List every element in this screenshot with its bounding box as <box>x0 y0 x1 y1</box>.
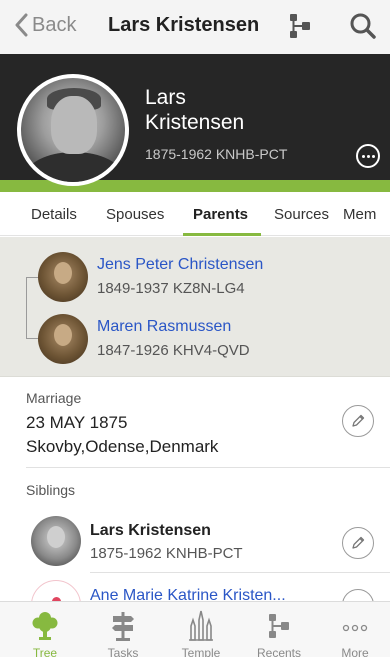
person-portrait[interactable] <box>17 74 129 186</box>
parent-name-mother[interactable]: Maren Rasmussen <box>97 318 231 336</box>
sibling-name[interactable]: Lars Kristensen <box>90 522 211 540</box>
bottom-tab-label: More <box>341 646 369 657</box>
signpost-icon <box>112 612 134 641</box>
tab-bar: Details Spouses Parents Sources Mem <box>0 192 390 236</box>
edit-marriage-button[interactable] <box>342 405 374 437</box>
siblings-label: Siblings <box>26 482 76 498</box>
bottom-tab-label: Recents <box>256 646 302 657</box>
tab-sources[interactable]: Sources <box>274 206 329 223</box>
temple-icon <box>189 610 213 641</box>
bottom-tab-bar: Tree Tasks Temple Recents More <box>0 601 390 657</box>
person-first-name: Lars <box>145 86 186 109</box>
active-tab-indicator <box>183 233 261 236</box>
divider <box>90 572 390 573</box>
back-button[interactable]: Back <box>14 13 76 37</box>
back-label: Back <box>32 13 77 36</box>
pencil-icon <box>352 414 365 427</box>
bottom-tab-tree[interactable]: Tree <box>6 602 84 657</box>
pencil-icon <box>352 536 365 549</box>
search-icon[interactable] <box>349 12 377 40</box>
marriage-label: Marriage <box>26 390 82 406</box>
parent-avatar-mother[interactable] <box>38 314 88 364</box>
more-options-button[interactable] <box>356 144 380 168</box>
parents-connector <box>26 277 40 339</box>
bottom-tab-label: Tasks <box>107 646 139 657</box>
parent-info-mother: 1847-1926 KHV4-QVD <box>97 342 250 359</box>
page-title: Lars Kristensen <box>108 14 260 36</box>
parent-name-father[interactable]: Jens Peter Christensen <box>97 256 263 274</box>
family-tree-icon[interactable] <box>287 12 313 40</box>
tab-memories[interactable]: Mem <box>343 206 376 223</box>
sibling-info: 1875-1962 KNHB-PCT <box>90 545 243 562</box>
edit-sibling-button[interactable] <box>342 527 374 559</box>
bottom-tab-more[interactable]: More <box>316 602 390 657</box>
person-lifespan-id: 1875-1962 KNHB-PCT <box>145 146 288 162</box>
ellipsis-icon <box>361 154 365 158</box>
more-dots-icon <box>342 624 368 632</box>
sibling-avatar[interactable] <box>31 516 81 566</box>
parent-info-father: 1849-1937 KZ8N-LG4 <box>97 280 245 297</box>
tab-details[interactable]: Details <box>31 206 77 223</box>
divider <box>26 467 390 468</box>
bottom-tab-recents[interactable]: Recents <box>240 602 318 657</box>
tab-parents[interactable]: Parents <box>193 206 248 223</box>
recents-tree-icon <box>269 614 289 638</box>
marriage-place: Skovby,Odense,Denmark <box>26 437 219 456</box>
tab-spouses[interactable]: Spouses <box>106 206 164 223</box>
chevron-left-icon <box>15 13 28 37</box>
bottom-tab-tasks[interactable]: Tasks <box>84 602 162 657</box>
bottom-tab-label: Tree <box>32 646 58 657</box>
bottom-tab-temple[interactable]: Temple <box>162 602 240 657</box>
person-last-name: Kristensen <box>145 111 245 134</box>
marriage-date: 23 MAY 1875 <box>26 413 128 432</box>
navigation-bar: Back Lars Kristensen <box>0 0 390 54</box>
tree-icon <box>32 612 58 640</box>
parent-avatar-father[interactable] <box>38 252 88 302</box>
bottom-tab-label: Temple <box>181 646 221 657</box>
